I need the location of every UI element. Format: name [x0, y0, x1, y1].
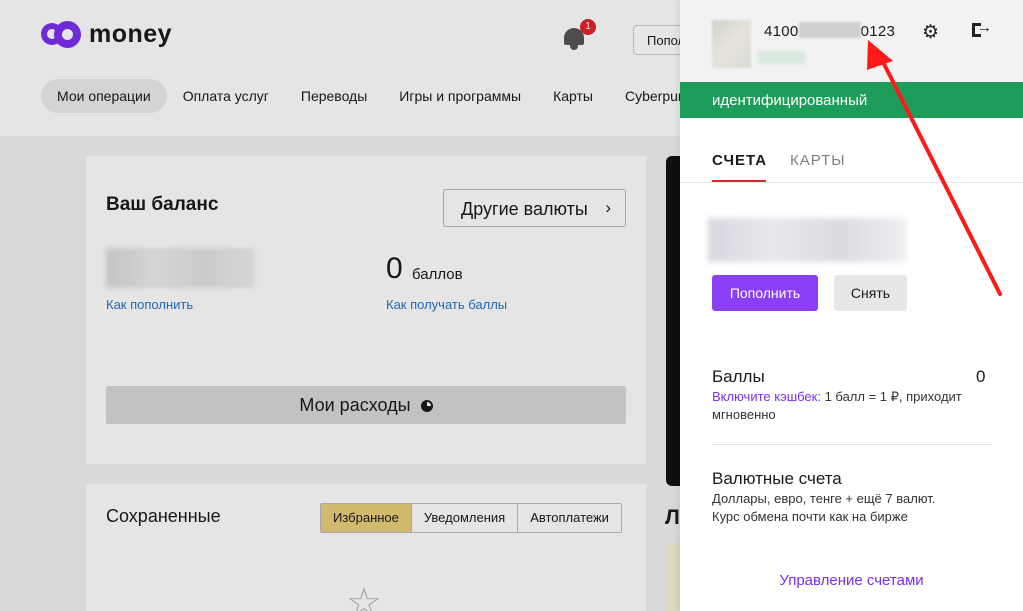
points-title: Баллы [712, 367, 765, 386]
dim-overlay[interactable] [0, 0, 680, 611]
account-number-prefix: 4100 [764, 23, 799, 40]
currency-accounts-description: Доллары, евро, тенге + ещё 7 валют. Курс… [712, 490, 982, 526]
identification-status: идентифицированный [680, 82, 1023, 118]
tab-accounts[interactable]: СЧЕТА [712, 152, 767, 182]
withdraw-button[interactable]: Снять [834, 275, 907, 311]
avatar[interactable] [712, 20, 751, 68]
account-panel: 4100 0123 ⚙ → идентифицированный СЧЕТА КА… [680, 0, 1023, 611]
logout-icon[interactable]: → [972, 19, 992, 40]
user-name-blurred [758, 51, 805, 64]
currency-accounts-line2: Курс обмена почти как на бирже [712, 509, 908, 524]
manage-accounts-link[interactable]: Управление счетами [680, 572, 1023, 589]
panel-header: 4100 0123 ⚙ → [680, 0, 1023, 82]
topup-button[interactable]: Пополнить [712, 275, 818, 311]
gear-icon[interactable]: ⚙ [922, 21, 939, 44]
enable-cashback-link[interactable]: Включите кэшбек: [712, 389, 821, 404]
account-number-suffix: 0123 [860, 23, 896, 40]
divider [712, 444, 992, 445]
tab-cards[interactable]: КАРТЫ [790, 152, 846, 169]
currency-accounts-line1: Доллары, евро, тенге + ещё 7 валют. [712, 491, 936, 506]
panel-tabs: СЧЕТА КАРТЫ [680, 138, 1023, 183]
account-number: 4100 0123 [764, 22, 895, 40]
account-balance-blurred [708, 218, 906, 262]
currency-accounts-title[interactable]: Валютные счета [712, 469, 842, 489]
points-description: Включите кэшбек: 1 балл = 1 ₽, приходит … [712, 388, 982, 424]
account-number-mask [798, 22, 861, 38]
points-count: 0 [976, 367, 986, 386]
